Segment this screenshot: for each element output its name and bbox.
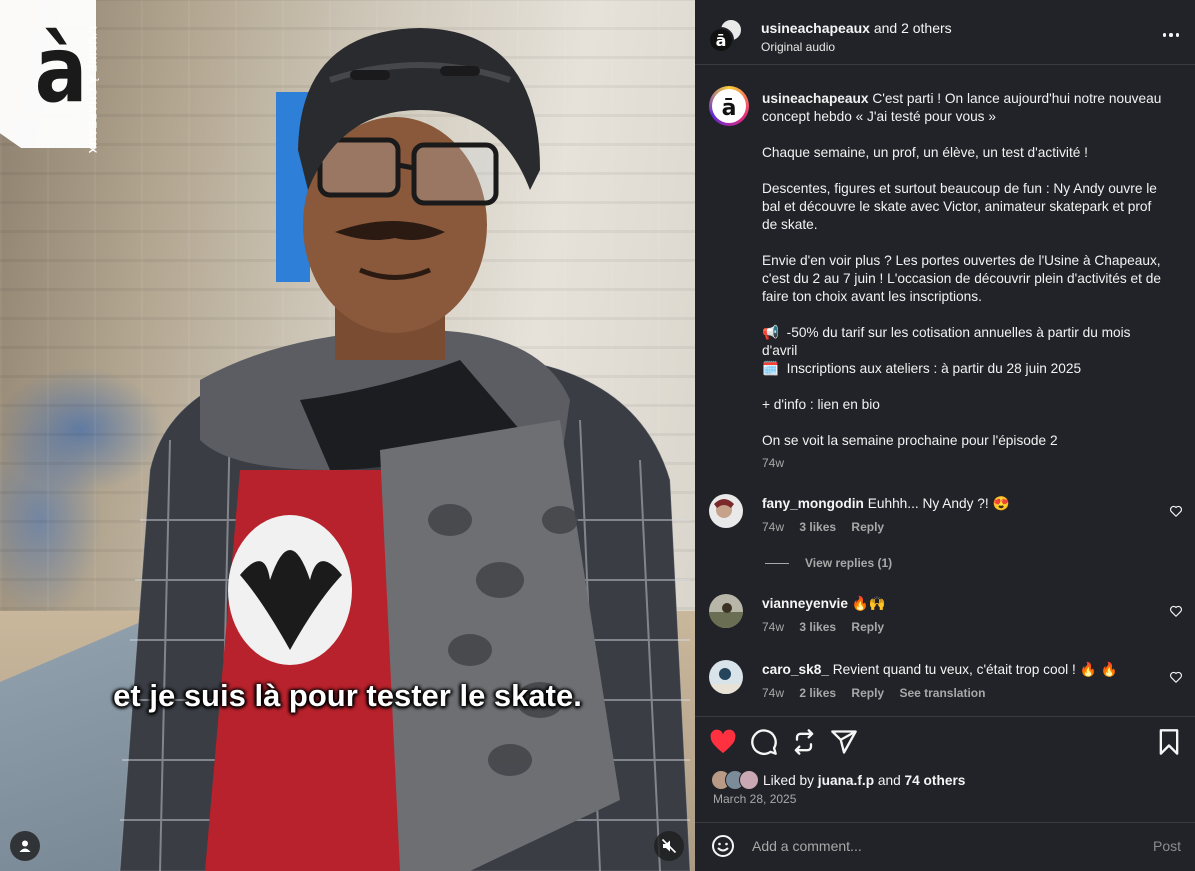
comment-text: 🔥🙌	[847, 596, 886, 611]
bookmark-icon[interactable]	[1155, 728, 1183, 756]
svg-text:ā: ā	[722, 96, 737, 118]
post-date[interactable]: March 28, 2025	[713, 792, 796, 806]
comment-username[interactable]: fany_mongodin	[762, 496, 864, 511]
comment-bubble-icon[interactable]	[750, 728, 778, 756]
repost-icon[interactable]	[790, 728, 818, 756]
caption-avatar[interactable]: ā	[709, 86, 749, 126]
like-heart-icon[interactable]	[709, 728, 737, 756]
comment-username[interactable]: caro_sk8_	[762, 662, 829, 677]
comment-text: Euhhh... Ny Andy ?! 😍	[863, 496, 1010, 511]
view-replies-label: View replies (1)	[805, 556, 893, 570]
header-divider	[695, 64, 1195, 65]
actions-divider	[695, 716, 1195, 717]
comment-username[interactable]: vianneyenvie	[762, 596, 848, 611]
original-audio-link[interactable]: Original audio	[761, 40, 835, 54]
liker-avatars[interactable]	[711, 770, 763, 790]
see-translation-button[interactable]: See translation	[899, 686, 985, 700]
caption-username[interactable]: usineachapeaux	[762, 91, 869, 106]
user-icon	[19, 840, 31, 852]
add-comment-input[interactable]: Add a comment...	[752, 838, 862, 854]
emoji-picker-icon[interactable]	[711, 834, 735, 858]
comment-time[interactable]: 74w	[762, 520, 784, 534]
header-others-link[interactable]: and 2 others	[870, 20, 952, 36]
post-action-bar	[695, 722, 1195, 762]
more-options-button[interactable]	[1157, 24, 1185, 46]
commenter-avatar[interactable]	[709, 494, 743, 528]
caption-body: C'est parti ! On lance aujourd'hui notre…	[762, 91, 1162, 448]
comment-like-heart-icon[interactable]	[1169, 604, 1183, 618]
video-subtitle: et je suis là pour tester le skate.	[113, 678, 582, 713]
header-usernames: usineachapeaux and 2 others	[761, 20, 952, 36]
brand-logo-icon: ā	[722, 96, 737, 118]
comment-reply-button[interactable]: Reply	[851, 686, 884, 700]
person-illustration	[119, 28, 691, 871]
post-media-video[interactable]: à L'USINE À CHAPEAUX et je suis là pour …	[0, 0, 695, 871]
post-details-panel: ā usineachapeaux and 2 others Original a…	[695, 0, 1195, 871]
comment-like-heart-icon[interactable]	[1169, 504, 1183, 518]
more-dots-icon	[1162, 33, 1167, 37]
svg-text:ā: ā	[716, 31, 727, 50]
comment-like-heart-icon[interactable]	[1169, 670, 1183, 684]
header-username-link[interactable]: usineachapeaux	[761, 20, 870, 36]
comment-time[interactable]: 74w	[762, 620, 784, 634]
tagged-users-button[interactable]	[10, 831, 40, 861]
commenter-avatar[interactable]	[709, 660, 743, 694]
add-comment-bar: Add a comment... Post	[695, 822, 1195, 871]
comment-text: Revient quand tu veux, c'était trop cool…	[828, 662, 1118, 677]
comment-likes[interactable]: 3 likes	[799, 620, 836, 634]
comment-reply-button[interactable]: Reply	[851, 620, 884, 634]
view-replies-button[interactable]: View replies (1)	[765, 556, 892, 570]
post-comment-button[interactable]: Post	[1153, 838, 1181, 854]
speaker-muted-icon	[661, 838, 677, 854]
post-header: ā usineachapeaux and 2 others Original a…	[695, 0, 1195, 64]
replies-divider-line	[765, 562, 789, 564]
comment-likes[interactable]: 2 likes	[799, 686, 836, 700]
liked-by-user-link[interactable]: juana.f.p	[818, 773, 874, 788]
mute-button[interactable]	[654, 831, 684, 861]
caption-timestamp[interactable]: 74w	[762, 456, 784, 470]
comment-likes[interactable]: 3 likes	[799, 520, 836, 534]
liked-by-prefix: Liked by	[763, 772, 814, 788]
comment-reply-button[interactable]: Reply	[851, 520, 884, 534]
header-avatar-stack[interactable]: ā	[709, 18, 745, 54]
commenter-avatar[interactable]	[709, 594, 743, 628]
share-send-icon[interactable]	[830, 728, 858, 756]
comment-time[interactable]: 74w	[762, 686, 784, 700]
caption-text: usineachapeaux C'est parti ! On lance au…	[762, 90, 1167, 450]
liked-by-and: and	[874, 772, 905, 788]
liked-by-others-link[interactable]: 74 others	[905, 773, 966, 788]
liked-by-row: Liked by juana.f.p and 74 others	[711, 770, 965, 790]
